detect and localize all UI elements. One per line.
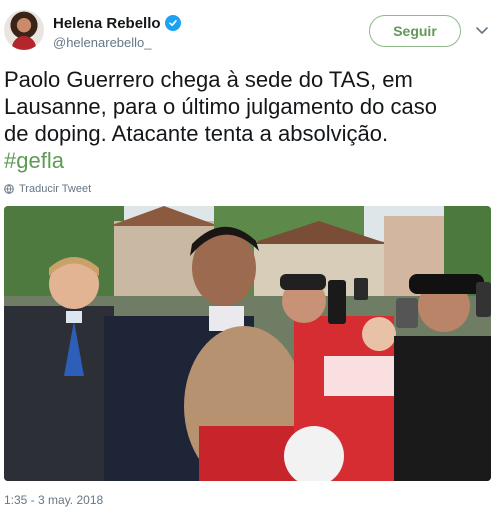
tweet-photo[interactable] (4, 206, 491, 481)
avatar[interactable] (4, 10, 44, 50)
translate-label: Traducir Tweet (19, 183, 92, 195)
tweet-text-line: de doping. Atacante tenta a absolvição. (4, 121, 389, 146)
chevron-down-icon[interactable] (474, 22, 490, 38)
tweet-text-line: Lausanne, para o último julgamento do ca… (4, 94, 437, 119)
verified-badge-icon (164, 15, 181, 31)
hashtag-link[interactable]: #gefla (4, 147, 492, 174)
tweet-text: Paolo Guerrero chega à sede do TAS, em L… (4, 66, 492, 174)
author-name-row[interactable]: Helena Rebello (53, 13, 181, 33)
tweet-text-line: Paolo Guerrero chega à sede do TAS, em (4, 67, 413, 92)
tweet-header: Helena Rebello @helenarebello_ Seguir (0, 0, 495, 60)
author-handle[interactable]: @helenarebello_ (53, 35, 152, 50)
translate-tweet-link[interactable]: Traducir Tweet (4, 183, 91, 195)
follow-button[interactable]: Seguir (369, 15, 461, 47)
globe-icon (4, 184, 14, 194)
timestamp[interactable]: 1:35 - 3 may. 2018 (4, 493, 103, 507)
display-name[interactable]: Helena Rebello (53, 15, 161, 32)
